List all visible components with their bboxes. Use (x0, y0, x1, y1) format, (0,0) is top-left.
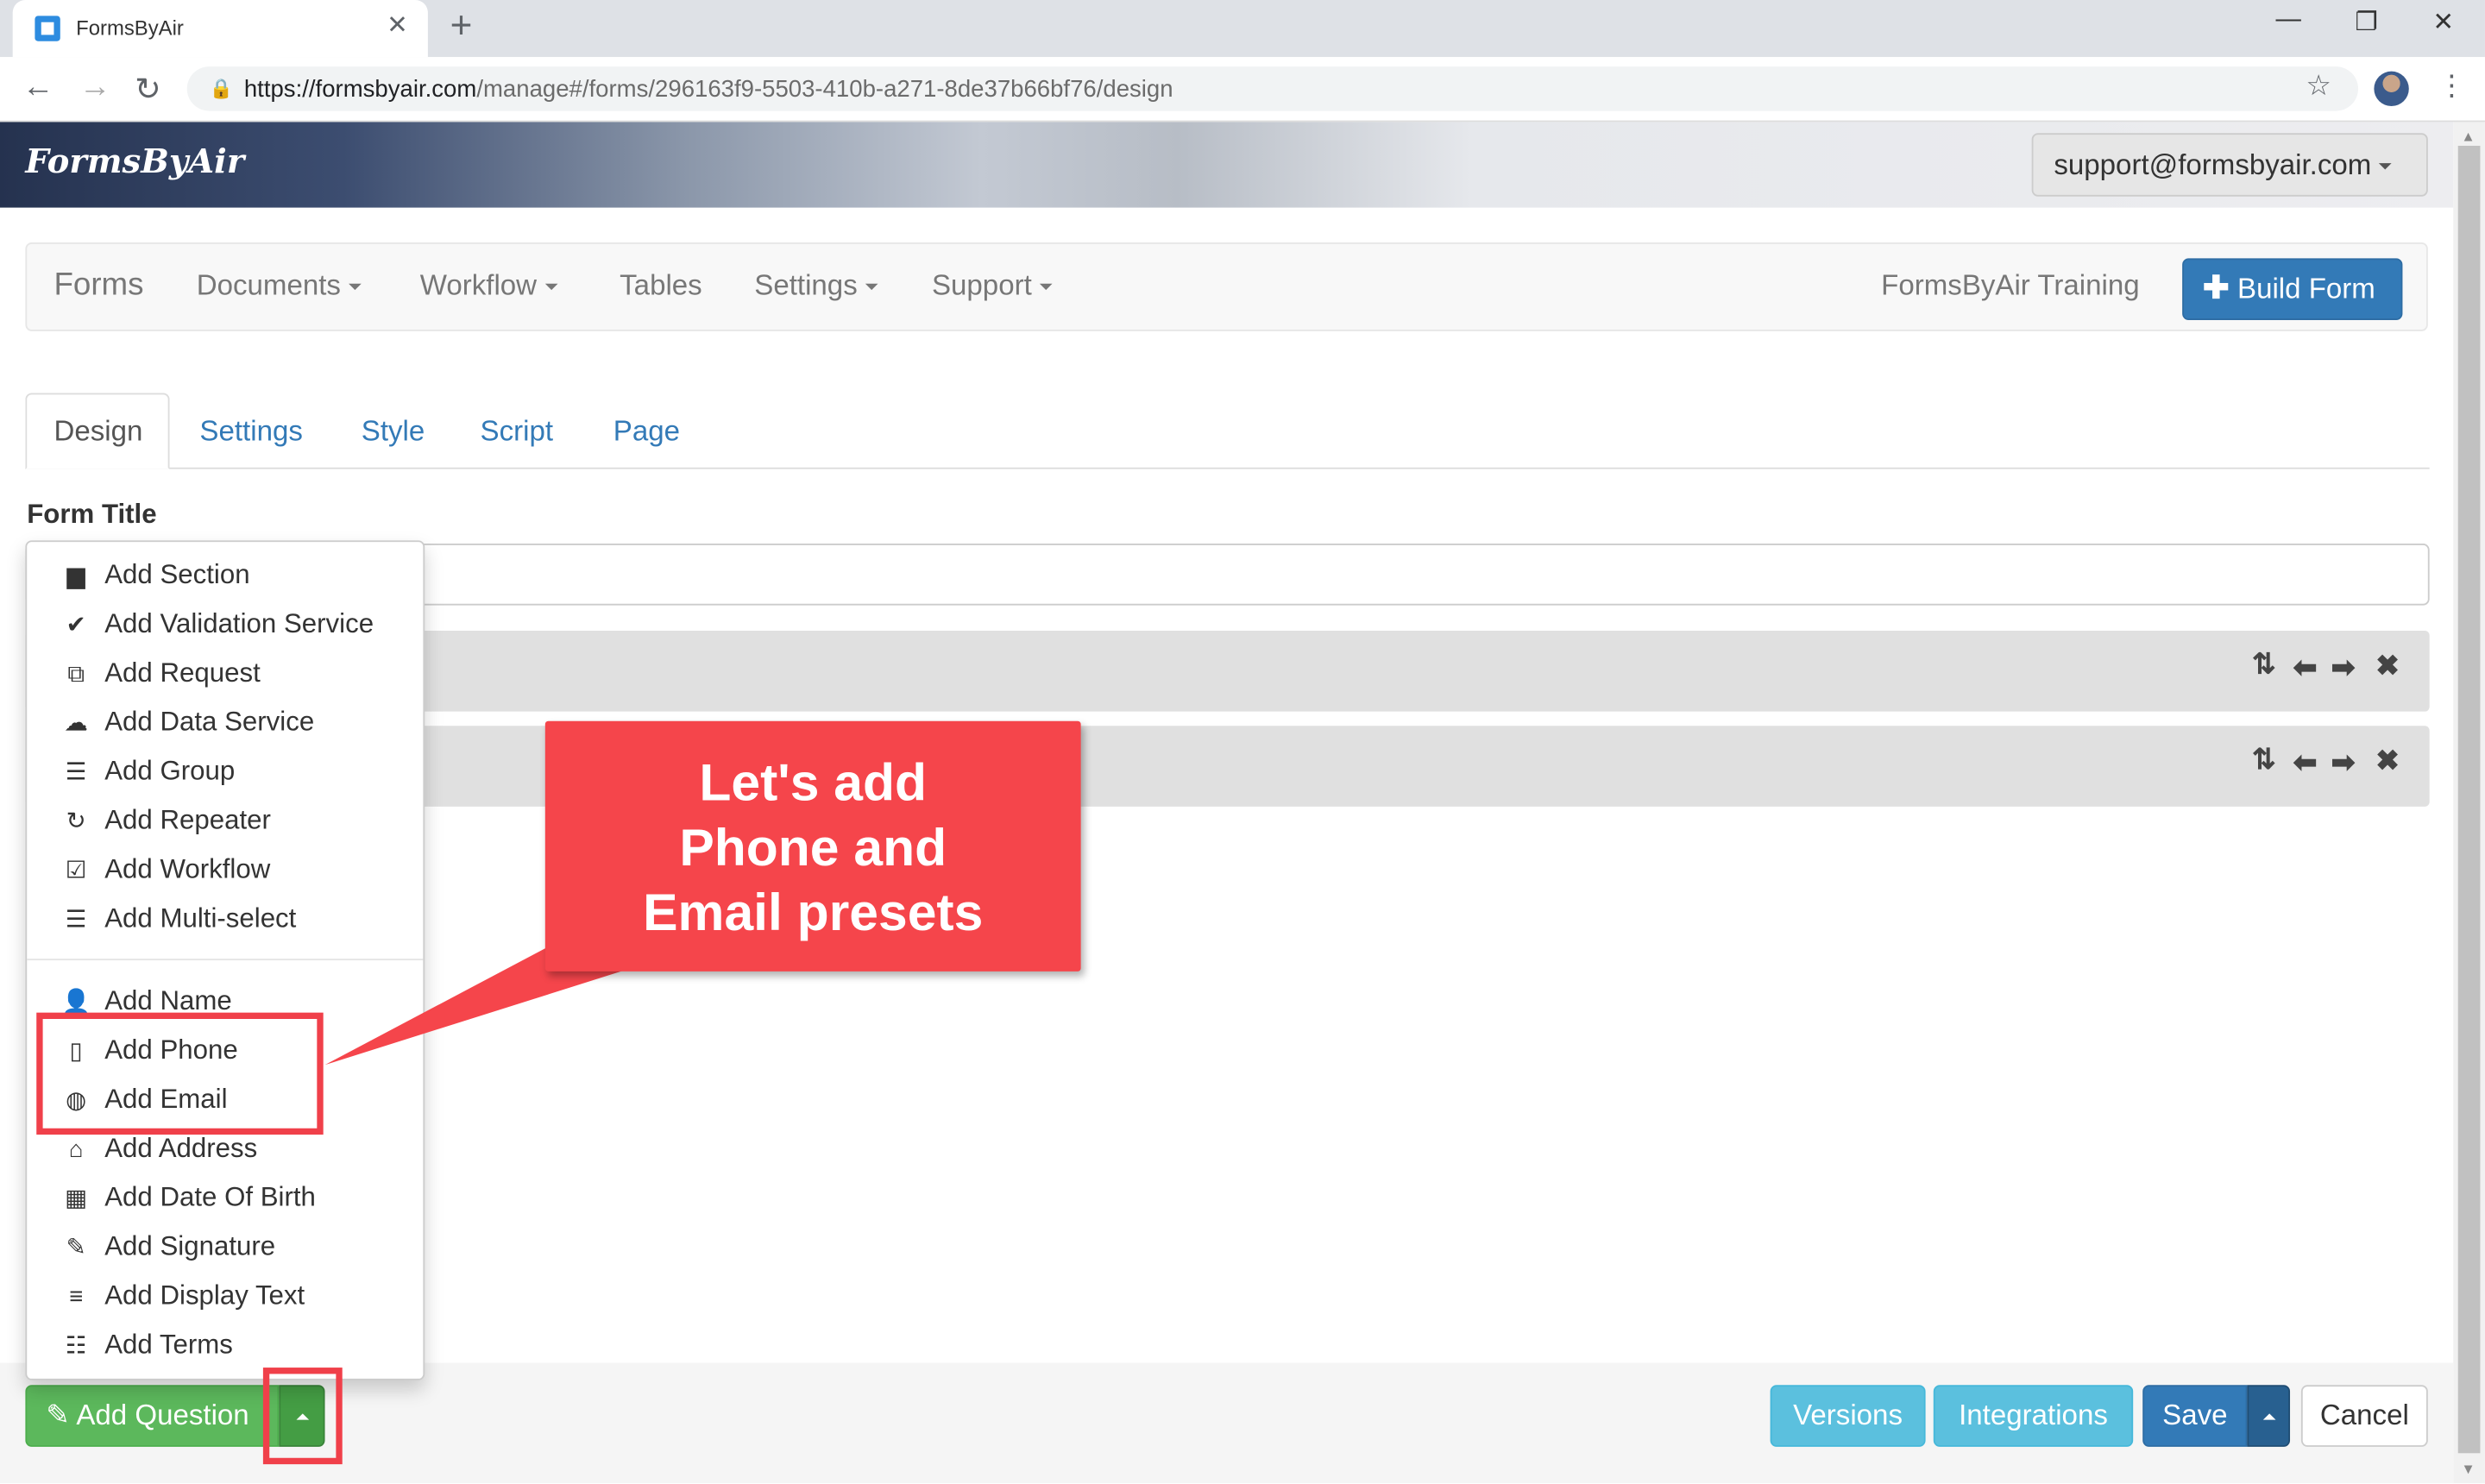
integrations-button[interactable]: Integrations (1933, 1385, 2134, 1447)
menu-item-add-request[interactable]: ⧉ Add Request (60, 657, 260, 689)
tab-script[interactable]: Script (481, 415, 554, 449)
menu-item-add-data-service[interactable]: ☁ Add Data Service (60, 707, 314, 739)
callout-line: Email presets (643, 883, 984, 941)
highlight-phone-email (36, 1012, 324, 1135)
cancel-button[interactable]: Cancel (2300, 1385, 2428, 1447)
tab-design[interactable]: Design (53, 415, 142, 449)
user-icon: 👤 (60, 989, 91, 1016)
menu-item-add-date-of-birth[interactable]: ▦ Add Date Of Birth (60, 1182, 316, 1214)
scroll-up-icon[interactable]: ▲ (2461, 129, 2475, 144)
cloud-icon: ☁ (64, 709, 88, 738)
nav-tables[interactable]: Tables (620, 269, 702, 303)
check-square-icon: ☑ (65, 857, 87, 884)
browser-tab[interactable]: FormsByAir ✕ (12, 0, 428, 58)
account-dropdown[interactable]: support@formsbyair.com (2031, 133, 2428, 197)
lock-icon: 🔒 (209, 77, 233, 100)
back-icon[interactable]: ← (22, 70, 54, 106)
menu-divider (27, 959, 424, 961)
menu-item-add-workflow[interactable]: ☑ Add Workflow (60, 854, 270, 886)
restore-icon[interactable]: ❐ (2355, 6, 2377, 38)
scroll-down-icon[interactable]: ▼ (2461, 1461, 2475, 1476)
check-circle-icon: ✔ (66, 611, 86, 639)
tab-style[interactable]: Style (362, 415, 425, 449)
caret-down-icon (2379, 163, 2393, 170)
edit-icon: ✎ (66, 1234, 86, 1262)
highlight-dropdown-toggle (262, 1368, 343, 1465)
menu-item-add-address[interactable]: ⌂ Add Address (60, 1133, 257, 1165)
home-icon: ⌂ (68, 1135, 84, 1164)
sort-icon[interactable]: ⇅ (2252, 648, 2276, 682)
arrow-left-icon[interactable]: ⬅ (2293, 746, 2318, 780)
menu-item-add-terms[interactable]: ☷ Add Terms (60, 1330, 233, 1361)
menu-item-add-signature[interactable]: ✎ Add Signature (60, 1231, 276, 1263)
save-dropdown-toggle[interactable] (2247, 1385, 2291, 1447)
save-button[interactable]: Save (2142, 1385, 2248, 1447)
nav-workflow[interactable]: Workflow (420, 269, 557, 303)
tab-settings[interactable]: Settings (199, 415, 302, 449)
tabs-divider (25, 467, 2430, 469)
nav-settings[interactable]: Settings (754, 269, 878, 303)
menu-item-add-multi-select[interactable]: ☰ Add Multi-select (60, 903, 297, 935)
nav-support[interactable]: Support (932, 269, 1053, 303)
tab-page[interactable]: Page (613, 415, 680, 449)
app-logo[interactable]: FormsByAir (25, 141, 244, 180)
nav-documents[interactable]: Documents (197, 269, 362, 303)
close-tab-icon[interactable]: ✕ (387, 9, 408, 41)
forward-icon[interactable]: → (79, 70, 111, 106)
browser-menu-icon[interactable]: ⋮ (2438, 70, 2466, 104)
refresh-icon: ↻ (66, 808, 86, 835)
callout-box: Let's add Phone and Email presets (544, 720, 1081, 972)
external-link-icon: ⧉ (67, 660, 85, 689)
nav-forms[interactable]: Forms (53, 267, 143, 304)
add-question-button[interactable]: ✎ Add Question (25, 1385, 280, 1447)
list-alt-icon: ☰ (65, 758, 87, 787)
scrollbar-thumb[interactable] (2457, 145, 2481, 1454)
callout-line: Let's add (699, 752, 928, 812)
callout-line: Phone and (679, 817, 947, 877)
menu-item-add-validation-service[interactable]: ✔ Add Validation Service (60, 608, 374, 640)
sort-icon[interactable]: ⇅ (2252, 743, 2276, 777)
align-justify-icon: ≡ (69, 1283, 84, 1311)
remove-icon[interactable]: ✖ (2375, 745, 2400, 778)
url-text[interactable]: https://formsbyair.com/manage#/forms/296… (244, 76, 1173, 103)
plus-icon: ✚ (2203, 271, 2230, 306)
minimize-icon[interactable]: — (2276, 6, 2301, 35)
arrow-right-icon[interactable]: ➡ (2331, 651, 2356, 685)
menu-item-add-repeater[interactable]: ↻ Add Repeater (60, 805, 271, 837)
favicon-icon (35, 16, 60, 41)
file-icon: ▆ (66, 563, 85, 590)
bookmark-star-icon[interactable]: ☆ (2306, 70, 2331, 104)
pencil-icon: ✎ (46, 1399, 70, 1431)
account-email: support@formsbyair.com (2054, 148, 2372, 181)
reload-icon[interactable]: ↻ (135, 70, 161, 110)
arrow-left-icon[interactable]: ⬅ (2293, 651, 2318, 685)
remove-icon[interactable]: ✖ (2375, 650, 2400, 683)
new-tab-icon[interactable]: + (450, 5, 473, 49)
calendar-icon: ▦ (65, 1185, 88, 1213)
arrow-right-icon[interactable]: ➡ (2331, 746, 2356, 780)
versions-button[interactable]: Versions (1770, 1385, 1926, 1447)
close-window-icon[interactable]: ✕ (2432, 6, 2454, 38)
build-form-button[interactable]: ✚ Build Form (2182, 258, 2403, 321)
screen: FormsByAir ✕ + — ❐ ✕ ← → ↻ 🔒 https://for… (0, 0, 2485, 1484)
form-title-label: Form Title (27, 499, 157, 530)
list-alt-icon: ☰ (65, 906, 87, 934)
browser-tab-title: FormsByAir (76, 16, 184, 40)
list-icon: ☷ (65, 1332, 87, 1360)
profile-avatar[interactable] (2374, 71, 2409, 107)
menu-item-add-group[interactable]: ☰ Add Group (60, 756, 235, 788)
menu-item-add-display-text[interactable]: ≡ Add Display Text (60, 1280, 305, 1312)
menu-item-add-section[interactable]: ▆ Add Section (60, 559, 250, 591)
caret-up-icon (2262, 1413, 2276, 1420)
organization-name[interactable]: FormsByAir Training (1881, 269, 2139, 303)
